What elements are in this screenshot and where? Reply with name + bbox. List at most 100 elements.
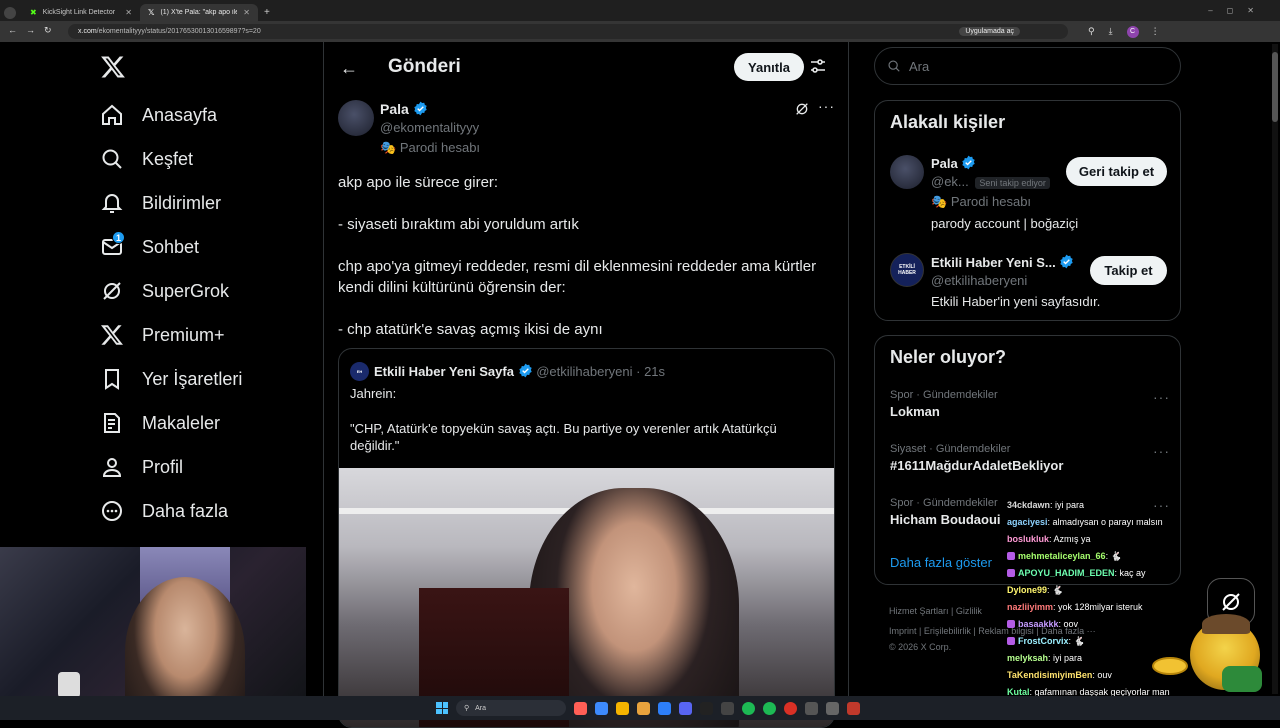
follow-back-button[interactable]: Geri takip et	[1066, 157, 1167, 186]
nav-item-premium[interactable]: Premium+	[100, 317, 225, 353]
forward-arrow-icon[interactable]: →	[26, 25, 35, 35]
grok-post-icon[interactable]	[794, 101, 810, 117]
open-in-app-button[interactable]: Uygulamada aç	[959, 27, 1020, 36]
nav-item-supergrok[interactable]: SuperGrok	[100, 273, 229, 309]
author-handle[interactable]: @ekomentalityyy	[380, 120, 479, 135]
related-person-handle: @ek...	[931, 174, 969, 189]
chat-username: mehmetaliceylan_66	[1018, 551, 1106, 561]
trend-item[interactable]: Siyaset · Gündemdekiler #1611MağdurAdale…	[890, 443, 1170, 473]
page-scrollbar[interactable]	[1272, 44, 1278, 694]
tab-close-icon[interactable]: ✕	[243, 8, 250, 17]
chat-message: agaciyesi: almadıysan o parayı malsın	[1007, 514, 1207, 531]
windows-start-icon[interactable]	[436, 702, 448, 714]
related-person-handle-row: @ek... Seni takip ediyor	[931, 174, 1050, 189]
taskbar-app-icon[interactable]	[721, 701, 734, 715]
follow-button[interactable]: Takip et	[1090, 256, 1167, 285]
nav-label: Keşfet	[142, 148, 194, 169]
nav-item-articles[interactable]: Makaleler	[100, 405, 220, 441]
taskbar-app-icon[interactable]	[763, 701, 776, 715]
nav-item-profile[interactable]: Profil	[100, 449, 183, 485]
taskbar-app-icon[interactable]	[637, 701, 650, 715]
reply-button[interactable]: Yanıtla	[734, 53, 804, 81]
taskbar-app-icon[interactable]	[658, 701, 671, 715]
nav-item-more[interactable]: Daha fazla	[100, 493, 228, 529]
x-favicon: 𝕏	[148, 8, 155, 17]
verified-badge-icon	[414, 101, 427, 116]
sub-badge-icon	[1007, 620, 1015, 628]
footer-link[interactable]: Hizmet Şartları	[889, 606, 949, 616]
footer-link[interactable]: Gizlilik	[956, 606, 982, 616]
footer-link[interactable]: Erişilebilirlik	[924, 626, 971, 636]
chat-username: TaKendisimiyimBen	[1007, 670, 1093, 680]
taskbar-app-icon[interactable]	[616, 701, 629, 715]
taskbar-app-icon[interactable]	[679, 701, 692, 715]
related-person-name[interactable]: Etkili Haber Yeni S...	[931, 255, 1056, 270]
nav-item-bookmarks[interactable]: Yer İşaretleri	[100, 361, 242, 397]
sliders-icon[interactable]	[810, 58, 826, 74]
grok-icon	[103, 282, 121, 300]
browser-tab-kicksight[interactable]: ✖ KickSight Link Detector ✕	[22, 4, 140, 21]
trend-more-icon[interactable]: ···	[1153, 389, 1170, 405]
nav-item-home[interactable]: Anasayfa	[100, 97, 217, 133]
profile-avatar[interactable]: C	[1126, 25, 1139, 38]
sub-badge-icon	[1007, 637, 1015, 645]
quote-line: Jahrein:	[350, 386, 397, 401]
download-icon[interactable]: ⤓	[1109, 26, 1113, 37]
menu-kebab-icon[interactable]: ⋮	[1151, 26, 1160, 37]
related-person-name-row[interactable]: Pala	[931, 155, 976, 171]
related-person-avatar[interactable]	[890, 155, 924, 189]
taskbar-app-icon[interactable]	[700, 701, 713, 715]
taskbar-app-icon[interactable]	[847, 701, 860, 715]
extensions-icon[interactable]: ⚲	[1088, 26, 1095, 37]
nav-item-explore[interactable]: Keşfet	[100, 141, 193, 177]
more-options-icon[interactable]: ···	[818, 98, 835, 114]
search-input[interactable]: Ara	[909, 59, 929, 74]
nav-item-notifications[interactable]: Bildirimler	[100, 185, 221, 221]
related-title: Alakalı kişiler	[890, 112, 1006, 132]
taskbar-app-icon[interactable]	[805, 701, 818, 715]
taskbar-app-icon[interactable]	[784, 701, 797, 715]
browser-tab-bar: ✖ KickSight Link Detector ✕ 𝕏 (1) X'te P…	[0, 0, 1280, 21]
chat-message: Dylone99: 🐇	[1007, 582, 1207, 599]
url-field[interactable]: x.com /ekomentalityyy/status/20176530013…	[68, 24, 1068, 39]
nav-label: Profil	[142, 456, 184, 477]
back-arrow-icon[interactable]: ←	[340, 58, 358, 79]
taskbar-app-icon[interactable]	[826, 701, 839, 715]
related-person-name[interactable]: Pala	[931, 156, 958, 171]
taskbar-app-icon[interactable]	[574, 701, 587, 715]
grok-icon	[1222, 593, 1240, 611]
taskbar-app-icon[interactable]	[742, 701, 755, 715]
taskbar-search[interactable]: ⚲ Ara	[456, 700, 566, 716]
new-tab-icon[interactable]: +	[264, 7, 270, 18]
author-name[interactable]: Pala	[380, 101, 409, 117]
trend-more-icon[interactable]: ···	[1153, 443, 1170, 459]
back-arrow-icon[interactable]: ←	[8, 25, 17, 35]
related-person-name-row[interactable]: Etkili Haber Yeni S...	[931, 254, 1074, 270]
author-avatar[interactable]	[338, 100, 374, 136]
quote-author-row: Etkili Haber Yeni Sayfa @etkilihaberyeni…	[374, 363, 665, 379]
scrollbar-thumb[interactable]	[1272, 52, 1278, 122]
browser-tab-x-post[interactable]: 𝕏 (1) X'te Pala: "akp apo ile süre... ✕	[140, 4, 258, 21]
quote-avatar: EH	[350, 362, 369, 381]
tab-close-icon[interactable]: ✕	[125, 8, 132, 17]
bookmark-icon	[105, 369, 119, 390]
trends-title: Neler oluyor?	[890, 347, 1007, 367]
quote-media-image[interactable]	[339, 468, 834, 727]
quoted-post[interactable]: EH Etkili Haber Yeni Sayfa @etkilihabery…	[338, 348, 835, 728]
x-logo-icon[interactable]	[100, 54, 126, 80]
reload-icon[interactable]: ↻	[44, 25, 52, 36]
nav-item-chat[interactable]: 1 Sohbet	[100, 229, 199, 265]
trend-item[interactable]: Spor · Gündemdekiler Lokman ···	[890, 389, 1170, 419]
author-name-row[interactable]: Pala	[380, 101, 428, 117]
footer-link[interactable]: Imprint	[889, 626, 917, 636]
notification-badge: 1	[112, 231, 125, 244]
trend-category: Siyaset · Gündemdekiler	[890, 443, 1011, 455]
related-person-avatar[interactable]: ETKİLİ HABER	[890, 253, 924, 287]
nav-label: Bildirimler	[142, 192, 222, 213]
window-controls[interactable]: –◻✕	[1208, 6, 1268, 15]
tab-search-icon[interactable]	[4, 6, 16, 19]
taskbar-app-icon[interactable]	[595, 701, 608, 715]
show-more-link[interactable]: Daha fazla göster	[890, 555, 992, 570]
search-box[interactable]: Ara	[874, 47, 1181, 85]
post-line: akp apo ile sürece girer:	[338, 174, 499, 191]
